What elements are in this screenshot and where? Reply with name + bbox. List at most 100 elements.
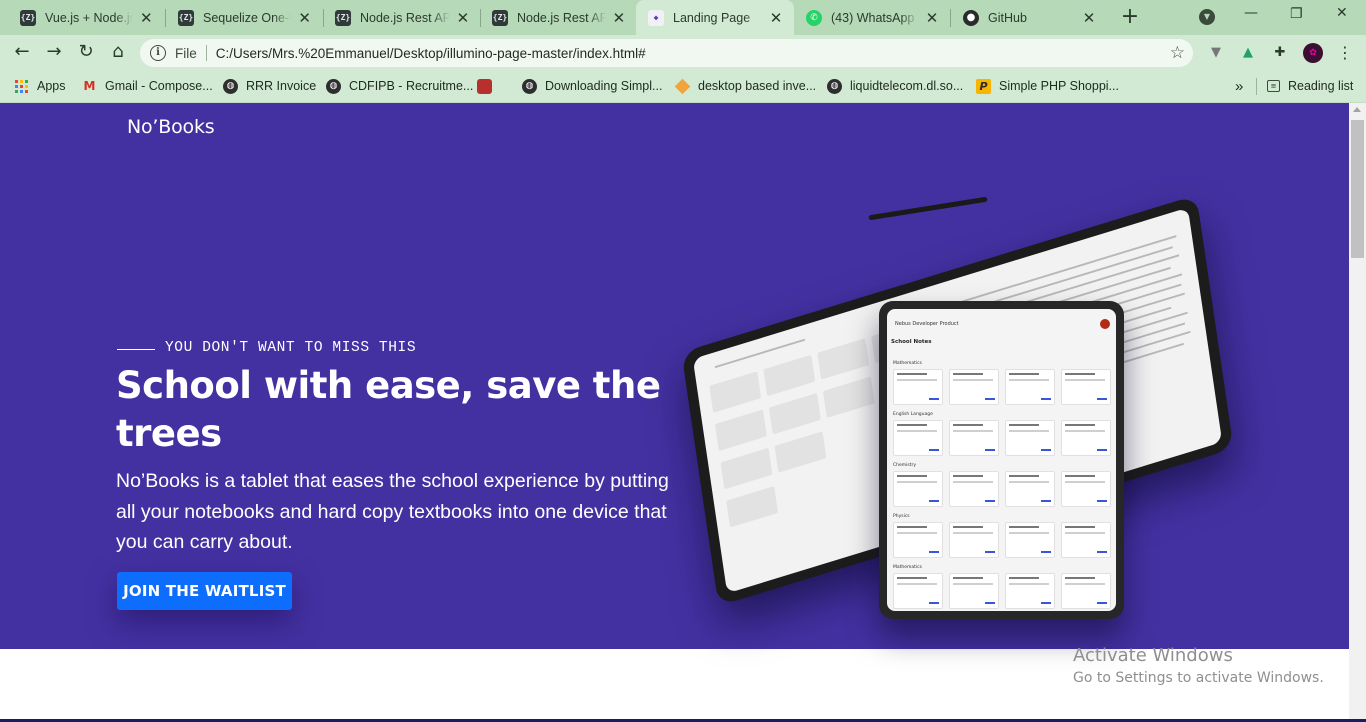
tablet-note-card <box>949 471 999 507</box>
bookmark-apps[interactable]: Apps <box>15 77 66 95</box>
bookmark-php-shopping[interactable]: P Simple PHP Shoppi... <box>976 77 1119 95</box>
join-waitlist-button[interactable]: JOIN THE WAITLIST <box>117 572 292 610</box>
screen-card <box>774 431 827 473</box>
tablet-note-card <box>1005 369 1055 405</box>
bookmark-star-icon[interactable]: ☆ <box>1170 43 1185 63</box>
vuetify-extension-icon[interactable]: ▼ <box>1207 44 1225 62</box>
more-menu-icon[interactable]: ⋮ <box>1336 44 1354 62</box>
brand-logo[interactable]: No’Books <box>127 116 215 138</box>
restore-icon[interactable]: ❐ <box>1290 6 1303 22</box>
bookmark-image[interactable] <box>477 77 500 95</box>
site-info-icon[interactable]: i <box>150 45 166 61</box>
new-tab-button[interactable]: + <box>1119 6 1141 28</box>
browser-tab[interactable]: {Z} Node.js Rest APIs ✕ <box>480 0 636 35</box>
browser-tab[interactable]: ● GitHub ✕ <box>951 0 1107 35</box>
bookmark-label: liquidtelecom.dl.so... <box>850 79 964 93</box>
tablet-note-card <box>893 471 943 507</box>
bookmark-label: Simple PHP Shoppi... <box>999 79 1119 93</box>
tab-title: Sequelize One-to <box>203 10 292 25</box>
sequelize-icon: {Z} <box>335 9 351 26</box>
tablet-subject-label: Chemistry <box>893 463 917 468</box>
close-icon[interactable]: ✕ <box>612 9 626 27</box>
hero-headline: School with ease, save the trees <box>116 364 661 455</box>
home-button[interactable]: ⌂ <box>107 41 129 63</box>
tablet-note-card <box>1061 522 1111 558</box>
php-icon: P <box>976 78 991 94</box>
browser-tab-active[interactable]: ◆ Landing Page ✕ <box>636 0 794 35</box>
screen-card <box>817 338 870 380</box>
bookmark-label: desktop based inve... <box>698 79 817 93</box>
browser-tab[interactable]: ✆ (43) WhatsApp ✕ <box>794 0 950 35</box>
forward-button[interactable]: → <box>43 41 65 63</box>
profile-avatar[interactable]: ✿ <box>1303 43 1323 63</box>
reading-list-button[interactable]: ≡ Reading list <box>1267 77 1353 95</box>
tablet-note-card <box>1061 369 1111 405</box>
tab-title: Node.js Rest APIs <box>360 10 450 25</box>
close-icon[interactable]: ✕ <box>1081 9 1097 27</box>
bookmark-desktop-based[interactable]: desktop based inve... <box>674 77 817 95</box>
window-close-icon[interactable]: ✕ <box>1336 5 1348 21</box>
tablet-note-card <box>949 522 999 558</box>
hero-description: No’Books is a tablet that eases the scho… <box>116 470 669 553</box>
bookmark-rrr-invoice[interactable]: ◍ RRR Invoice <box>223 77 316 95</box>
tablet-subject-label: Mathematics <box>893 565 922 570</box>
minimize-icon[interactable]: — <box>1244 5 1258 21</box>
tablet-note-card <box>893 420 943 456</box>
bookmark-label: Gmail - Compose... <box>105 79 213 93</box>
tablet-note-card <box>893 522 943 558</box>
google-drive-icon[interactable]: ▲ <box>1239 44 1257 62</box>
close-icon[interactable]: ✕ <box>297 9 312 27</box>
tablet-note-card <box>949 573 999 609</box>
scrollbar-thumb[interactable] <box>1351 120 1364 258</box>
scroll-up-arrow-icon[interactable] <box>1353 107 1361 112</box>
browser-tab[interactable]: {Z} Node.js Rest APIs ✕ <box>323 0 480 35</box>
back-button[interactable]: ← <box>11 41 33 63</box>
tablet-note-card <box>893 573 943 609</box>
bookmark-downloading[interactable]: ◍ Downloading Simpl... <box>522 77 662 95</box>
tablet-section-title: School Notes <box>891 339 932 345</box>
tablet-note-card <box>1005 573 1055 609</box>
bookmarks-bar: Apps M Gmail - Compose... ◍ RRR Invoice … <box>0 70 1366 103</box>
sequelize-icon: {Z} <box>492 9 508 26</box>
tablet-subject-label: Mathematics <box>893 361 922 366</box>
sequelize-icon: {Z} <box>178 9 194 26</box>
close-icon[interactable]: ✕ <box>139 9 154 27</box>
url-text[interactable]: C:/Users/Mrs.%20Emmanuel/Desktop/illumin… <box>216 46 646 61</box>
tablet-note-card <box>893 369 943 405</box>
bookmark-cdfipb[interactable]: ◍ CDFIPB - Recruitme... <box>326 77 473 95</box>
bookmark-gmail[interactable]: M Gmail - Compose... <box>82 77 213 95</box>
small-tablet-screen: Nebus Developer Product School Notes Mat… <box>887 309 1116 611</box>
tablet-note-card <box>949 420 999 456</box>
tab-search-icon[interactable]: ▼ <box>1199 9 1215 25</box>
browser-tab[interactable]: {Z} Vue.js + Node.js ✕ <box>8 0 164 35</box>
screen-card <box>714 409 767 451</box>
bookmark-liquidtelecom[interactable]: ◍ liquidtelecom.dl.so... <box>827 77 963 95</box>
close-icon[interactable]: ✕ <box>456 9 470 27</box>
bookmarks-overflow-button[interactable]: » <box>1235 77 1243 95</box>
globe-icon: ◍ <box>827 78 842 94</box>
reading-list-icon: ≡ <box>1267 80 1280 92</box>
browser-toolbar: ← → ↻ ⌂ i File C:/Users/Mrs.%20Emmanuel/… <box>0 35 1366 70</box>
stylus-pen-image <box>868 196 988 221</box>
tab-title: GitHub <box>988 10 1027 25</box>
browser-tab[interactable]: {Z} Sequelize One-to ✕ <box>166 0 322 35</box>
tab-title: Node.js Rest APIs <box>517 10 606 25</box>
tablet-note-card <box>1061 420 1111 456</box>
extensions-puzzle-icon[interactable]: ✚ <box>1271 44 1289 62</box>
close-icon[interactable]: ✕ <box>768 9 784 27</box>
small-tablet-image: Nebus Developer Product School Notes Mat… <box>879 301 1124 619</box>
reload-button[interactable]: ↻ <box>75 41 97 63</box>
kicker-line <box>117 349 155 350</box>
address-bar[interactable]: i File C:/Users/Mrs.%20Emmanuel/Desktop/… <box>140 39 1193 67</box>
screen-card <box>720 447 773 490</box>
close-icon[interactable]: ✕ <box>924 9 940 27</box>
screen-card <box>768 392 821 435</box>
tablet-avatar <box>1100 319 1110 329</box>
tablet-note-card <box>1005 471 1055 507</box>
landing-page-icon: ◆ <box>648 9 664 26</box>
tablet-note-card <box>1005 420 1055 456</box>
bookmark-label: Downloading Simpl... <box>545 79 663 93</box>
tablet-app-title: Nebus Developer Product <box>895 321 959 327</box>
bookmark-label: CDFIPB - Recruitme... <box>349 79 474 93</box>
tab-title: (43) WhatsApp <box>831 10 915 25</box>
